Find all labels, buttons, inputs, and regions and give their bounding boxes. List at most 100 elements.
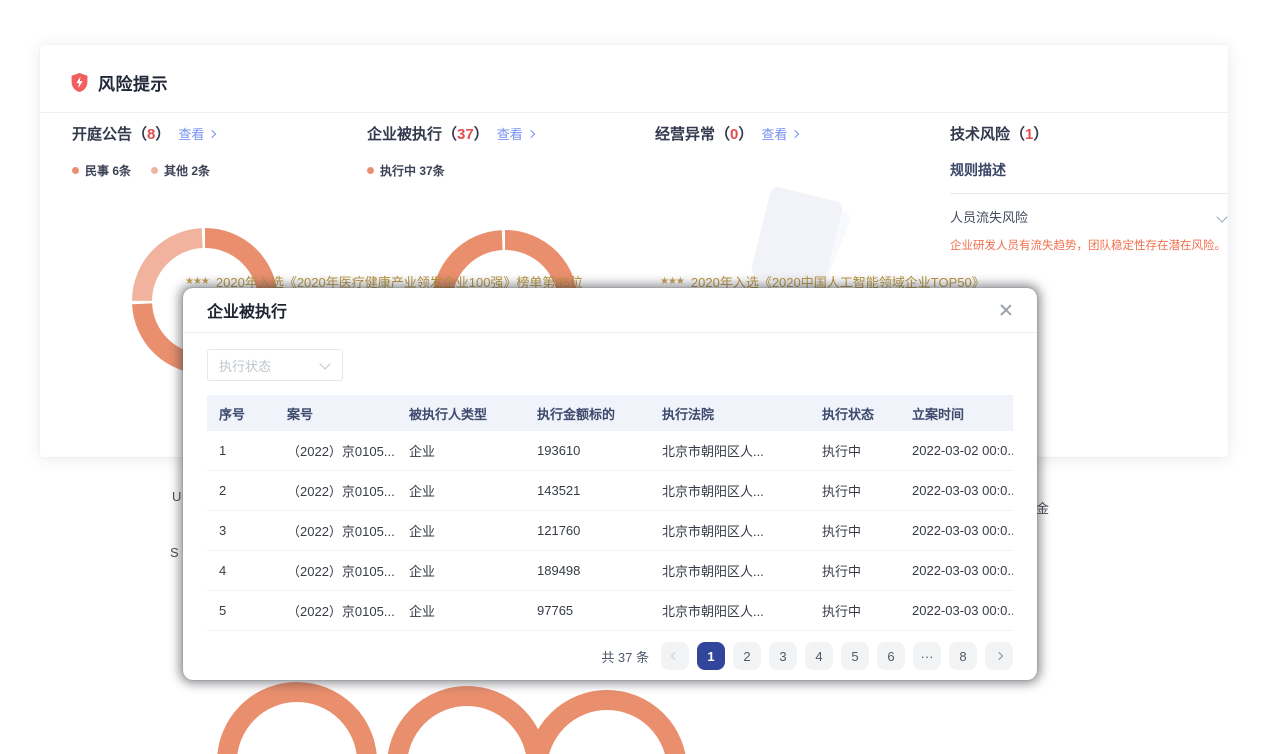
legend-label: 其他 2条 <box>164 162 210 179</box>
table-cell: （2022）京0105... <box>275 591 397 631</box>
pagination-ellipsis[interactable]: ··· <box>913 642 941 670</box>
modal-body: 执行状态 序号案号被执行人类型执行金额标的执行法院执行状态立案时间 1（2022… <box>183 333 1037 670</box>
legend-dot-icon <box>72 167 79 174</box>
table-cell: 1 <box>207 431 275 471</box>
pagination-page-button[interactable]: 4 <box>805 642 833 670</box>
count-badge: 8 <box>147 126 155 143</box>
table-cell: 2 <box>207 471 275 511</box>
table-header-cell: 执行金额标的 <box>525 395 650 431</box>
section-title-row: 技术风险（1） <box>950 123 1228 144</box>
divider <box>950 193 1228 194</box>
section-title: 经营异常 <box>655 123 715 144</box>
table-cell: 企业 <box>397 511 525 551</box>
legend-dot-icon <box>367 167 374 174</box>
table-cell: 5 <box>207 591 275 631</box>
card-title: 风险提示 <box>98 70 168 95</box>
table-cell: 143521 <box>525 471 650 511</box>
section-title-row: 开庭公告（8） 查看 <box>72 123 362 144</box>
table-row: 5（2022）京0105...企业97765北京市朝阳区人...执行中2022-… <box>207 591 1013 631</box>
background-fragment: S <box>170 545 179 560</box>
modal-title: 企业被执行 <box>207 298 287 322</box>
shield-lightning-icon <box>70 72 89 93</box>
chevron-down-icon <box>1216 211 1227 222</box>
table-cell: 企业 <box>397 471 525 511</box>
table-cell: 北京市朝阳区人... <box>650 471 810 511</box>
table-row: 1（2022）京0105...企业193610北京市朝阳区人...执行中2022… <box>207 431 1013 471</box>
risk-item-row[interactable]: 人员流失风险 <box>950 207 1228 226</box>
section-technical-risk: 技术风险（1） 规则描述 人员流失风险 企业研发人员有流失趋势，团队稳定性存在潜… <box>950 123 1228 253</box>
section-title: 技术风险 <box>950 123 1010 144</box>
chevron-right-icon <box>208 129 216 137</box>
view-link[interactable]: 查看 <box>497 124 534 143</box>
section-title: 开庭公告 <box>72 123 132 144</box>
table-cell: 193610 <box>525 431 650 471</box>
table-cell: （2022）京0105... <box>275 511 397 551</box>
legend-item: 其他 2条 <box>151 162 210 179</box>
legend-item: 执行中 37条 <box>367 162 445 179</box>
table-cell: 北京市朝阳区人... <box>650 591 810 631</box>
pagination: 共 37 条 123456···8 <box>207 642 1013 670</box>
background-donut-arc <box>527 690 687 754</box>
count-badge: 37 <box>457 126 474 143</box>
pagination-pages: 123456 ··· 8 <box>697 642 977 670</box>
table-cell: 2022-03-03 00:0... <box>900 551 1013 591</box>
table-row: 2（2022）京0105...企业143521北京市朝阳区人...执行中2022… <box>207 471 1013 511</box>
enterprise-execution-modal: 企业被执行 执行状态 序号案号被执行人类型执行金额标的执行法院执行状态立案时间 … <box>183 288 1037 680</box>
background-fragment: 金 <box>1036 498 1049 517</box>
chevron-right-icon <box>527 129 535 137</box>
chevron-right-icon <box>995 652 1003 660</box>
table-header-cell: 被执行人类型 <box>397 395 525 431</box>
table-cell: 北京市朝阳区人... <box>650 511 810 551</box>
section-title-row: 企业被执行（37） 查看 <box>367 123 652 144</box>
section-title-row: 经营异常（0） 查看 <box>655 123 945 144</box>
table-cell: （2022）京0105... <box>275 471 397 511</box>
legend-dot-icon <box>151 167 158 174</box>
table-row: 4（2022）京0105...企业189498北京市朝阳区人...执行中2022… <box>207 551 1013 591</box>
table-cell: （2022）京0105... <box>275 431 397 471</box>
table-body: 1（2022）京0105...企业193610北京市朝阳区人...执行中2022… <box>207 431 1013 631</box>
table-cell: 北京市朝阳区人... <box>650 431 810 471</box>
count-badge: 0 <box>730 126 738 143</box>
close-icon[interactable] <box>999 303 1013 317</box>
risk-item-name: 人员流失风险 <box>950 207 1028 226</box>
table-cell: 执行中 <box>810 551 900 591</box>
table-cell: 执行中 <box>810 431 900 471</box>
table-cell: 2022-03-03 00:0... <box>900 471 1013 511</box>
table-cell: 189498 <box>525 551 650 591</box>
legend-label: 执行中 37条 <box>380 162 445 179</box>
view-link[interactable]: 查看 <box>761 124 798 143</box>
execution-status-select[interactable]: 执行状态 <box>207 349 343 381</box>
view-link[interactable]: 查看 <box>178 124 215 143</box>
select-placeholder: 执行状态 <box>219 356 271 375</box>
table-header-cell: 立案时间 <box>900 395 1013 431</box>
table-cell: 执行中 <box>810 471 900 511</box>
page: 风险提示 开庭公告（8） 查看 民事 6条其他 2条 企业被执行（37） 查看 … <box>0 0 1267 754</box>
chart-legend: 民事 6条 其他 2条 <box>72 162 362 179</box>
section-court-announcements: 开庭公告（8） 查看 民事 6条 其他 2条 <box>72 123 362 179</box>
legend-item: 民事 6条 <box>72 162 131 179</box>
table-cell: （2022）京0105... <box>275 551 397 591</box>
pagination-page-button[interactable]: 1 <box>697 642 725 670</box>
pagination-page-button[interactable]: 3 <box>769 642 797 670</box>
pagination-page-button[interactable]: 8 <box>949 642 977 670</box>
table-cell: 97765 <box>525 591 650 631</box>
pagination-page-button[interactable]: 6 <box>877 642 905 670</box>
table-cell: 执行中 <box>810 511 900 551</box>
table-cell: 2022-03-03 00:0... <box>900 511 1013 551</box>
stars-icon: ★★★ <box>660 276 684 287</box>
pagination-page-button[interactable]: 5 <box>841 642 869 670</box>
pagination-page-button[interactable]: 2 <box>733 642 761 670</box>
table-row: 3（2022）京0105...企业121760北京市朝阳区人...执行中2022… <box>207 511 1013 551</box>
execution-table: 序号案号被执行人类型执行金额标的执行法院执行状态立案时间 1（2022）京010… <box>207 395 1013 631</box>
section-title: 企业被执行 <box>367 123 442 144</box>
section-business-abnormal: 经营异常（0） 查看 <box>655 123 945 144</box>
pagination-next-button[interactable] <box>985 642 1013 670</box>
stars-icon: ★★★ <box>185 276 209 287</box>
pagination-prev-button[interactable] <box>661 642 689 670</box>
chevron-down-icon <box>319 358 330 369</box>
table-cell: 121760 <box>525 511 650 551</box>
background-donut-arc <box>387 686 547 754</box>
table-cell: 4 <box>207 551 275 591</box>
table-cell: 北京市朝阳区人... <box>650 551 810 591</box>
table-cell: 3 <box>207 511 275 551</box>
